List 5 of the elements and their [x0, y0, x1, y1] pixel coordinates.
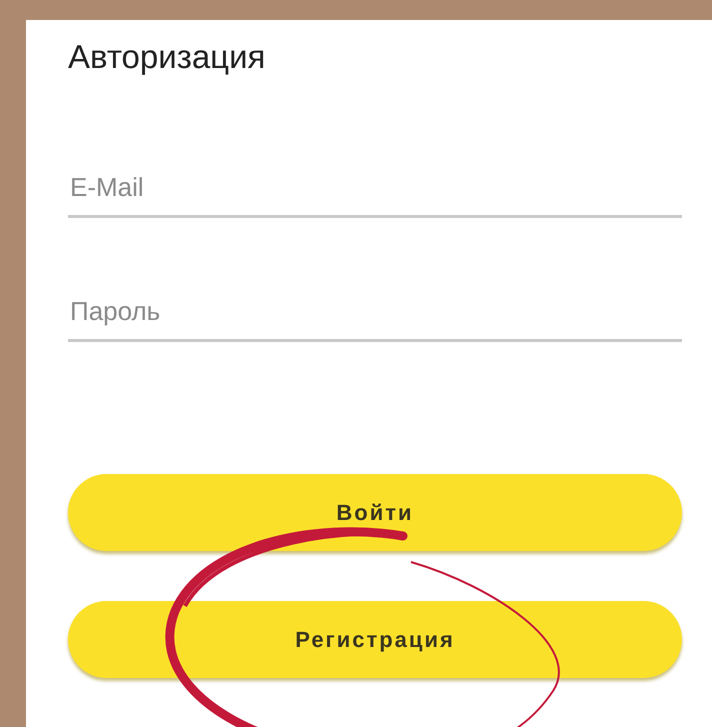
- password-field[interactable]: Пароль: [68, 296, 682, 342]
- login-button[interactable]: Войти: [68, 474, 682, 551]
- register-button[interactable]: Регистрация: [68, 601, 682, 678]
- screen-title: Авторизация: [68, 37, 266, 76]
- email-field[interactable]: E-Mail: [68, 172, 682, 218]
